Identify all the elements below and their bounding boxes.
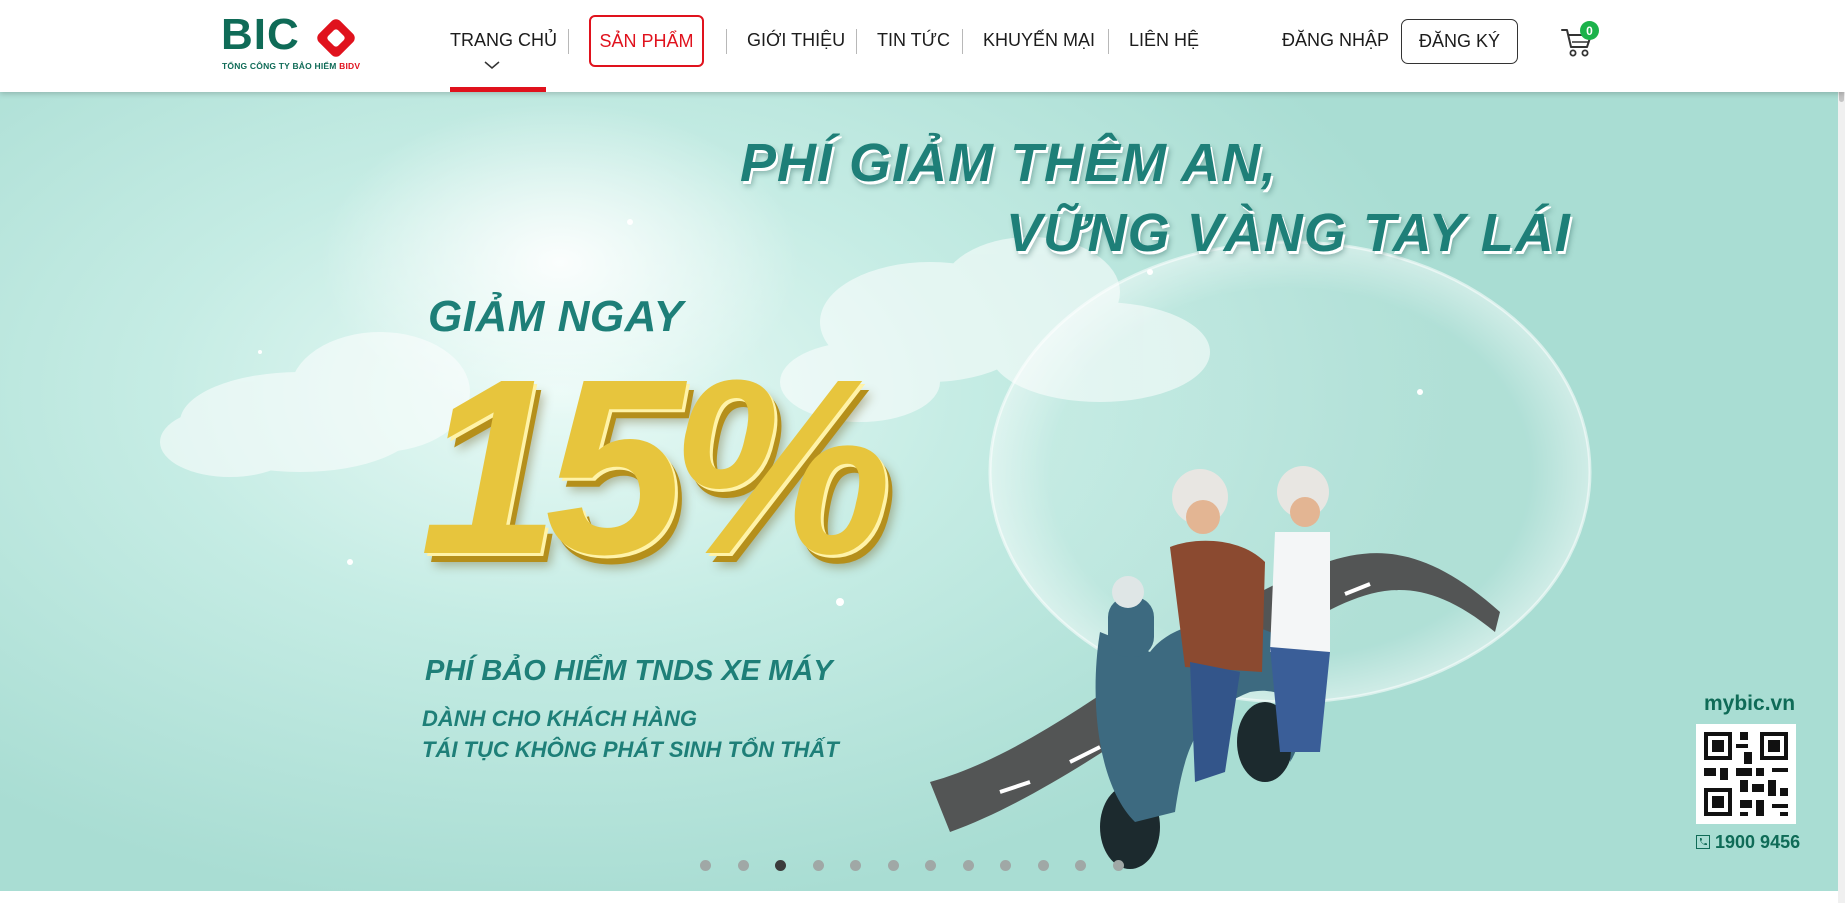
nav-item-news[interactable]: TIN TỨC	[877, 30, 950, 51]
carousel-dot[interactable]	[812, 860, 824, 871]
carousel-dot[interactable]	[1037, 860, 1049, 871]
register-button-label: ĐĂNG KÝ	[1418, 31, 1501, 51]
scrollbar-track[interactable]	[1838, 0, 1845, 903]
qr-code-icon	[1696, 724, 1796, 824]
chevron-down-icon[interactable]	[484, 60, 500, 70]
condition-line1: DÀNH CHO KHÁCH HÀNG	[422, 706, 697, 731]
banner-headline-line2: VỮNG VÀNG TAY LÁI	[1006, 203, 1571, 263]
phone-icon	[1696, 835, 1710, 849]
register-button[interactable]: ĐĂNG KÝ	[1401, 19, 1518, 64]
product-name: PHÍ BẢO HIỂM TNDS XE MÁY	[425, 655, 833, 687]
nav-divider	[856, 29, 857, 54]
carousel-dot[interactable]	[1000, 860, 1011, 871]
logo-tagline-prefix: TỔNG CÔNG TY BẢO HIỂM	[222, 61, 337, 71]
condition-line2: TÁI TỤC KHÔNG PHÁT SINH TỔN THẤT	[422, 737, 839, 762]
logo-tagline: TỔNG CÔNG TY BẢO HIỂM BIDV	[222, 61, 360, 71]
carousel-dot[interactable]	[925, 860, 936, 871]
carousel-dot[interactable]	[775, 860, 786, 871]
carousel-dot[interactable]	[1112, 860, 1124, 871]
nav-divider	[962, 29, 963, 54]
logo-tagline-brand: BIDV	[339, 61, 361, 71]
nav-item-products-label: SẢN PHẨM	[599, 30, 694, 51]
site-url: mybic.vn	[1704, 692, 1796, 715]
cart-count-badge: 0	[1580, 21, 1599, 40]
nav-item-promotions[interactable]: KHUYẾN MẠI	[983, 30, 1095, 51]
carousel-dot[interactable]	[850, 860, 861, 871]
carousel-dot[interactable]	[1075, 860, 1086, 871]
carousel-dot[interactable]	[887, 860, 899, 871]
logo-diamond-icon	[317, 19, 355, 57]
nav-divider	[568, 29, 569, 54]
hero-banner[interactable]: PHÍ GIẢM THÊM AN, VỮNG VÀNG TAY LÁI GIẢM…	[0, 92, 1845, 891]
nav-item-contact[interactable]: LIÊN HỆ	[1129, 30, 1199, 51]
logo-wordmark: BIC	[221, 10, 300, 59]
hotline-number: 1900 9456	[1715, 832, 1801, 852]
bic-logo[interactable]: BIC TỔNG CÔNG TY BẢO HIỂM BIDV	[220, 8, 370, 74]
nav-divider	[1108, 29, 1109, 54]
nav-divider	[726, 29, 727, 54]
nav-item-home[interactable]: TRANG CHỦ	[450, 30, 557, 51]
discount-value: 15%	[420, 327, 892, 606]
carousel-dot[interactable]	[962, 860, 974, 871]
nav-item-about[interactable]: GIỚI THIỆU	[747, 30, 845, 51]
site-header: BIC TỔNG CÔNG TY BẢO HIỂM BIDV TRANG CHỦ…	[0, 0, 1845, 92]
carousel-dot[interactable]	[700, 860, 711, 871]
nav-item-products[interactable]: SẢN PHẨM	[589, 15, 704, 67]
banner-headline-line1: PHÍ GIẢM THÊM AN,	[740, 133, 1277, 193]
nav-active-indicator	[450, 87, 546, 92]
login-link[interactable]: ĐĂNG NHẬP	[1282, 30, 1389, 51]
hotline: 1900 9456	[1696, 832, 1800, 853]
carousel-dot[interactable]	[737, 860, 749, 871]
